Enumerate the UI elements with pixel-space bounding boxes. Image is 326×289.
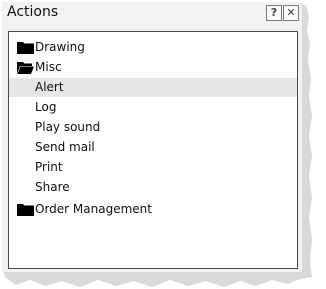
tree-folder-drawing[interactable]: Drawing: [9, 38, 297, 57]
actions-dialog: Actions ? ✕ Drawing Misc Alert Log Play …: [2, 2, 302, 272]
tree-item-log[interactable]: Log: [9, 98, 297, 117]
folder-open-icon: [17, 62, 34, 74]
tree-item-label: Share: [35, 180, 70, 194]
tree-folder-order-management[interactable]: Order Management: [9, 200, 297, 219]
tree-item-label: Alert: [35, 80, 64, 94]
tree-folder-label: Order Management: [35, 202, 152, 216]
actions-tree: Drawing Misc Alert Log Play sound Send m…: [8, 31, 298, 269]
close-button[interactable]: ✕: [283, 5, 299, 21]
tree-item-label: Send mail: [35, 140, 95, 154]
dialog-titlebar: Actions ? ✕: [2, 2, 302, 24]
tree-item-label: Log: [35, 100, 57, 114]
tree-item-print[interactable]: Print: [9, 158, 297, 177]
tree-item-play-sound[interactable]: Play sound: [9, 118, 297, 137]
close-icon: ✕: [286, 6, 296, 19]
dialog-title: Actions: [7, 4, 59, 20]
help-icon: ?: [270, 6, 278, 19]
tree-item-label: Play sound: [35, 120, 101, 134]
tree-item-send-mail[interactable]: Send mail: [9, 138, 297, 157]
folder-closed-icon: [17, 42, 34, 54]
tree-item-alert[interactable]: Alert: [9, 78, 297, 97]
tree-item-label: Print: [35, 160, 63, 174]
help-button[interactable]: ?: [266, 5, 282, 21]
tree-folder-label: Drawing: [35, 40, 85, 54]
tree-folder-misc[interactable]: Misc: [9, 58, 297, 77]
folder-closed-icon: [17, 204, 34, 216]
tree-item-share[interactable]: Share: [9, 178, 297, 197]
tree-folder-label: Misc: [35, 60, 62, 74]
